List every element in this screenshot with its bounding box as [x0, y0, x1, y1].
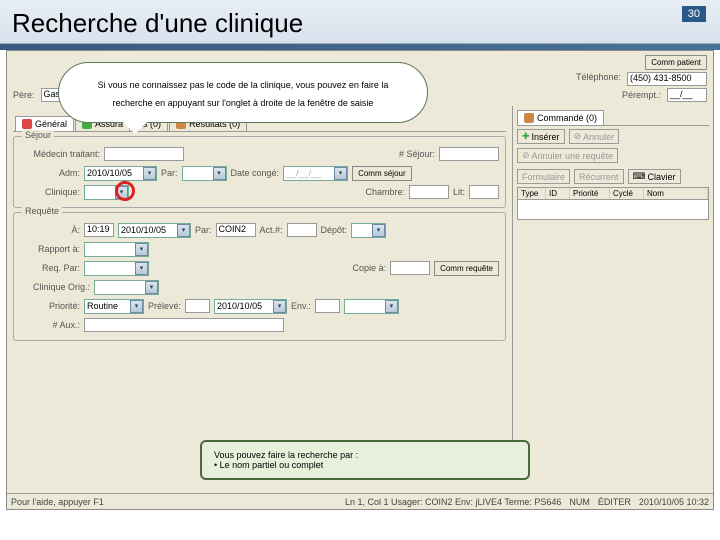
- adm-date-field[interactable]: 2010/10/05▾: [84, 166, 157, 181]
- chevron-down-icon[interactable]: ▾: [273, 300, 286, 313]
- chevron-down-icon[interactable]: ▾: [135, 262, 148, 275]
- annuler-button[interactable]: ⊘Annuler: [569, 129, 620, 144]
- rapport-field[interactable]: ▾: [84, 242, 149, 257]
- tab-general[interactable]: Général: [15, 116, 74, 131]
- requete-group-title: Requête: [22, 206, 62, 216]
- clin-orig-label: Clinique Orig.:: [20, 282, 90, 292]
- chevron-down-icon[interactable]: ▾: [372, 224, 385, 237]
- highlight-circle: [115, 181, 135, 201]
- cancel-icon: ⊘: [574, 131, 582, 142]
- commande-icon: [524, 113, 534, 123]
- date-conge-label: Date congé:: [231, 168, 280, 178]
- comm-sejour-button[interactable]: Comm séjour: [352, 166, 412, 181]
- a-time-field[interactable]: 10:19: [84, 223, 114, 237]
- clavier-button[interactable]: ⌨Clavier: [628, 169, 681, 184]
- plus-icon: ✚: [522, 131, 530, 142]
- prelev-time-field[interactable]: [185, 299, 210, 313]
- chevron-down-icon[interactable]: ▾: [135, 243, 148, 256]
- slide-title: Recherche d'une clinique: [0, 0, 720, 44]
- env-label: Env.:: [291, 301, 311, 311]
- reqpar-field[interactable]: ▾: [84, 261, 149, 276]
- callout-bottom: Vous pouvez faire la recherche par : • L…: [200, 440, 530, 480]
- status-num: NUM: [569, 497, 590, 507]
- inserer-button[interactable]: ✚Insérer: [517, 129, 565, 144]
- formulaire-button[interactable]: Formulaire: [517, 169, 570, 184]
- naux-label: # Aux.:: [20, 320, 80, 330]
- telephone-field[interactable]: (450) 431-8500: [627, 72, 707, 86]
- priorite-label: Priorité:: [20, 301, 80, 311]
- nsejour-field[interactable]: [439, 147, 499, 161]
- par-label: Par:: [161, 168, 178, 178]
- lit-field[interactable]: [469, 185, 499, 199]
- nsejour-label: # Séjour:: [375, 149, 435, 159]
- chambre-label: Chambre:: [365, 187, 405, 197]
- reqpar-label: Req. Par:: [20, 263, 80, 273]
- a-label: À:: [20, 225, 80, 235]
- keyboard-icon: ⌨: [633, 171, 646, 182]
- copie-label: Copie à:: [353, 263, 387, 273]
- copie-field[interactable]: [390, 261, 430, 275]
- chambre-field[interactable]: [409, 185, 449, 199]
- prelev-label: Prélevé:: [148, 301, 181, 311]
- status-datetime: 2010/10/05 10:32: [639, 497, 709, 507]
- clinique-label: Clinique:: [20, 187, 80, 197]
- par2-field[interactable]: COIN2: [216, 223, 256, 237]
- slide-number: 30: [682, 6, 706, 22]
- status-bar: Pour l'aide, appuyer F1 Ln 1, Col 1 Usag…: [7, 493, 713, 509]
- callout-top: Si vous ne connaissez pas le code de la …: [58, 62, 428, 123]
- status-info: Ln 1, Col 1 Usager: COIN2 Env: jLIVE4 Te…: [345, 497, 561, 507]
- act-field[interactable]: [287, 223, 317, 237]
- tab-commande[interactable]: Commandé (0): [517, 110, 604, 125]
- medecin-label: Médecin traitant:: [20, 149, 100, 159]
- chevron-down-icon[interactable]: ▾: [177, 224, 190, 237]
- telephone-label: Téléphone:: [576, 72, 621, 86]
- date-conge-field[interactable]: __/__/__▾: [283, 166, 348, 181]
- comm-patient-button[interactable]: Comm patient: [645, 55, 707, 70]
- chevron-down-icon[interactable]: ▾: [334, 167, 347, 180]
- chevron-down-icon[interactable]: ▾: [143, 167, 156, 180]
- annuler-requete-button[interactable]: ⊘Annuler une requête: [517, 148, 618, 163]
- sejour-group-title: Séjour: [22, 130, 54, 140]
- perempt-field[interactable]: __/__: [667, 88, 707, 102]
- status-edit: ÉDITER: [598, 497, 631, 507]
- pere-label: Père:: [13, 90, 35, 100]
- grid-body[interactable]: [517, 200, 709, 220]
- priorite-field[interactable]: Routine▾: [84, 299, 144, 314]
- par-field[interactable]: ▾: [182, 166, 227, 181]
- adm-label: Adm:: [20, 168, 80, 178]
- act-label: Act.#:: [260, 225, 283, 235]
- rapport-label: Rapport à:: [20, 244, 80, 254]
- cancel-icon: ⊘: [522, 150, 530, 161]
- naux-field[interactable]: [84, 318, 284, 332]
- a-date-field[interactable]: 2010/10/05▾: [118, 223, 191, 238]
- grid-header: Type ID Priorité Cyclé Nom: [517, 187, 709, 200]
- chevron-down-icon[interactable]: ▾: [130, 300, 143, 313]
- recurrent-button[interactable]: Récurrent: [574, 169, 624, 184]
- env-time-field[interactable]: [315, 299, 340, 313]
- depot-label: Dépôt:: [321, 225, 348, 235]
- general-icon: [22, 119, 32, 129]
- clin-orig-field[interactable]: ▾: [94, 280, 159, 295]
- status-help: Pour l'aide, appuyer F1: [11, 497, 104, 507]
- env-date-field[interactable]: ▾: [344, 299, 399, 314]
- chevron-down-icon[interactable]: ▾: [213, 167, 226, 180]
- chevron-down-icon[interactable]: ▾: [145, 281, 158, 294]
- perempt-label: Pérempt.:: [622, 90, 661, 100]
- par2-label: Par:: [195, 225, 212, 235]
- prelev-date-field[interactable]: 2010/10/05▾: [214, 299, 287, 314]
- lit-label: Lit:: [453, 187, 465, 197]
- comm-requete-button[interactable]: Comm requête: [434, 261, 499, 276]
- depot-field[interactable]: ▾: [351, 223, 386, 238]
- chevron-down-icon[interactable]: ▾: [385, 300, 398, 313]
